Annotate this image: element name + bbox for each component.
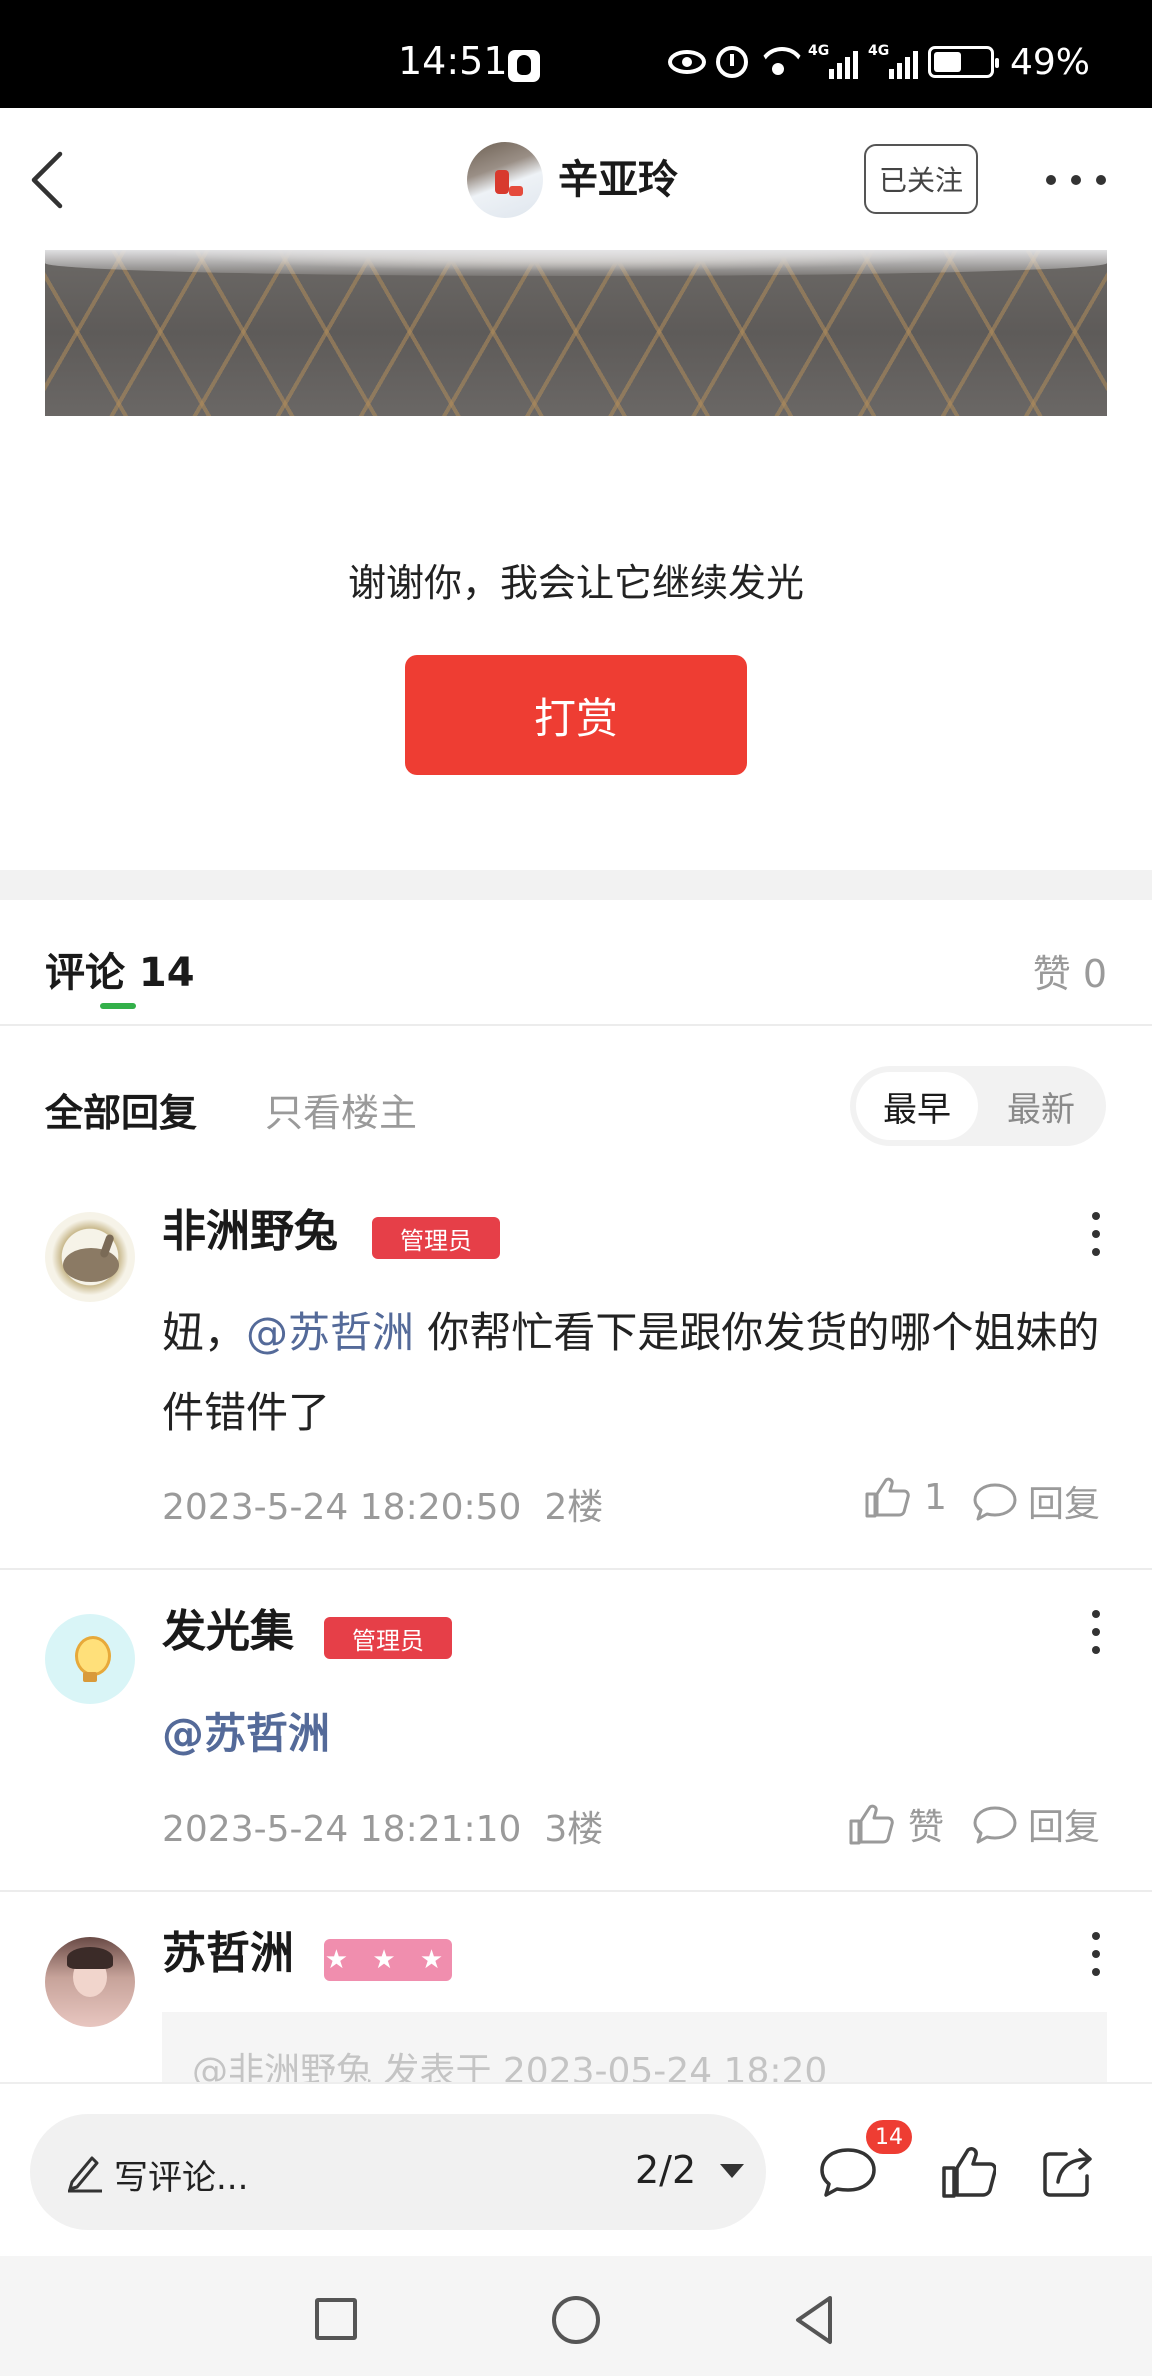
comment-placeholder: 写评论... [114,2158,249,2198]
author-name[interactable]: 辛亚玲 [558,152,678,208]
avatar[interactable] [45,1614,135,1704]
back-button[interactable] [18,140,88,220]
comment-divider [0,1890,1152,1892]
reply-button[interactable]: 回复 [972,1798,1100,1850]
user-name[interactable]: 发光集 [162,1602,294,1662]
comment-more-icon[interactable] [1092,1932,1102,1976]
qq-notification-icon [508,50,540,82]
eye-comfort-icon [667,50,706,74]
comment-text: 妞，@苏哲洲 你帮忙看下是跟你发货的哪个姐妹的件错件了 [162,1308,1100,1437]
status-icons: 4G 4G 49% [667,40,1090,84]
home-button[interactable] [552,2296,600,2344]
signal-icon: 4G [808,43,858,79]
thumbs-up-icon[interactable] [940,2144,996,2200]
reward-button[interactable]: 打赏 [405,655,747,775]
comment-floor: 3楼 [544,1809,604,1850]
reply-icon [973,1806,1017,1844]
comment-meta: 2023-5-24 18:20:50 2楼 [162,1478,603,1530]
comment-text: @苏哲洲 [162,1694,1112,1774]
comment-input[interactable]: 写评论... 2/2 [30,2114,766,2230]
reward-message: 谢谢你，我会让它继续发光 [347,561,804,605]
comment-more-icon[interactable] [1092,1212,1102,1256]
comment-meta: 2023-5-24 18:21:10 3楼 [162,1800,603,1852]
comment-icon[interactable] [818,2144,878,2200]
top-nav: 辛亚玲 已关注 [0,108,1152,250]
avatar[interactable] [45,1212,135,1302]
page-indicator[interactable]: 2/2 [635,2148,696,2192]
article-image[interactable] [45,250,1107,416]
follow-button[interactable]: 已关注 [864,144,978,214]
system-back-button[interactable] [790,2294,838,2346]
sort-toggle: 最早 最新 [850,1066,1106,1146]
section-divider [0,870,1152,900]
tab-underline [100,1003,136,1009]
like-button[interactable]: 赞 [848,1798,944,1850]
comment-divider [0,1568,1152,1570]
system-nav-bar [0,2256,1152,2376]
admin-badge: 管理员 [372,1217,500,1259]
dropdown-icon[interactable] [720,2164,744,2178]
bottom-action-bar: 写评论... 2/2 14 [0,2082,1152,2256]
pencil-icon [68,2156,102,2193]
mention-link[interactable]: @苏哲洲 [246,1308,414,1357]
more-icon[interactable] [1046,168,1106,192]
level-badge: ★ ★ ★ [324,1939,452,1981]
divider [0,1024,1152,1026]
comment-more-icon[interactable] [1092,1610,1102,1654]
user-name[interactable]: 苏哲洲 [162,1924,294,1984]
like-button[interactable]: 1 [864,1475,947,1519]
filter-op-only[interactable]: 只看楼主 [265,1082,417,1137]
comment-time: 2023-5-24 18:20:50 [162,1487,522,1528]
thumbs-up-icon [865,1477,910,1518]
comment-count-badge: 14 [866,2120,912,2154]
sort-earliest[interactable]: 最早 [856,1072,978,1140]
battery-icon [927,46,999,78]
share-icon[interactable] [1040,2144,1100,2200]
reply-icon [973,1483,1017,1521]
status-time: 14:51 [398,39,508,83]
tab-likes[interactable]: 赞 0 [1033,943,1107,998]
author-avatar[interactable] [467,142,543,218]
quote-box: @非洲野兔 发表于 2023-05-24 18:20 [162,2012,1107,2092]
admin-badge: 管理员 [324,1617,452,1659]
reply-button[interactable]: 回复 [972,1475,1100,1527]
battery-percent: 49% [1009,41,1090,83]
comment-floor: 2楼 [544,1487,604,1528]
alarm-icon [715,46,748,78]
avatar[interactable] [45,1937,135,2027]
filter-all-replies[interactable]: 全部回复 [45,1082,197,1137]
tab-comments[interactable]: 评论 14 [45,940,195,998]
wifi-icon [758,47,798,77]
status-bar: 14:51 4G 4G 49% [0,0,1152,108]
user-name[interactable]: 非洲野兔 [162,1202,338,1262]
recent-apps-button[interactable] [315,2298,357,2340]
sort-latest[interactable]: 最新 [982,1072,1100,1140]
signal-icon-2: 4G [868,43,918,79]
thumbs-up-icon [849,1804,894,1845]
mention-link[interactable]: @苏哲洲 [162,1709,330,1758]
back-icon [31,151,63,209]
comment-time: 2023-5-24 18:21:10 [162,1809,522,1850]
